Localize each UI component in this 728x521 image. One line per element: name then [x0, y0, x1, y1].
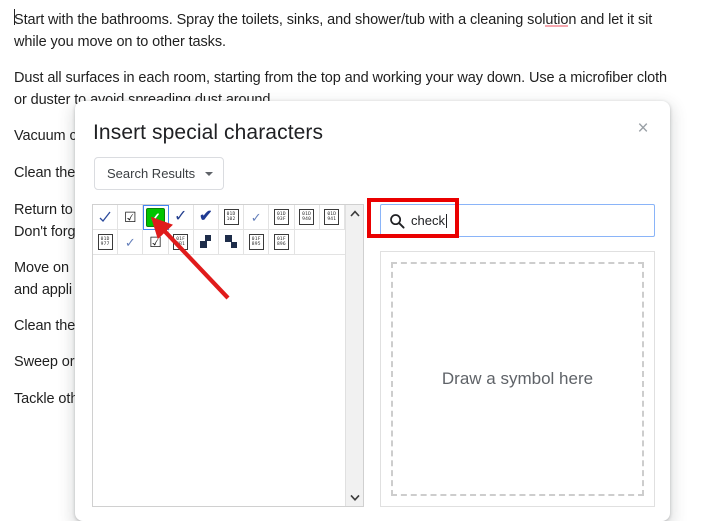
- doc-line-text: Tackle oth: [14, 391, 79, 407]
- char-cell-tofu-01D977[interactable]: 01D 977: [93, 230, 119, 256]
- char-glyph: [223, 233, 239, 252]
- doc-line-text: Vacuum c: [14, 128, 77, 144]
- doc-paragraph-13: Tackle oth: [14, 388, 78, 410]
- search-caret: [445, 213, 447, 228]
- doc-paragraph-9: Move on: [14, 257, 69, 279]
- char-glyph: ✓: [250, 209, 262, 225]
- emoji-glyph: ✓: [145, 207, 165, 227]
- char-cell-ballot-box-with-check-2[interactable]: ☑: [143, 230, 169, 256]
- tofu-glyph: 01F 895: [248, 234, 264, 251]
- char-glyph: ✓: [173, 208, 188, 226]
- char-glyph: ✔: [199, 208, 213, 226]
- scroll-up-icon[interactable]: [346, 205, 364, 222]
- doc-line-text: Clean the: [14, 318, 76, 334]
- char-cell-check-mark-light[interactable]: [93, 205, 119, 231]
- spellcheck-underline: [545, 25, 568, 27]
- chevron-down-icon: [205, 171, 214, 176]
- doc-line-text: and appli: [14, 282, 72, 298]
- doc-paragraph-3: Dust all surfaces in each room, starting…: [14, 67, 667, 89]
- char-glyph: [98, 209, 112, 226]
- tofu-code-bottom: 896: [276, 242, 286, 248]
- doc-paragraph-6: Clean the: [14, 162, 75, 184]
- char-cell-tofu-01F896[interactable]: 01F 896: [269, 230, 295, 256]
- char-cell-tofu-01D93F[interactable]: 01D 93F: [269, 205, 295, 231]
- search-icon: [390, 213, 405, 229]
- doc-line-text: Don't forg: [14, 224, 76, 240]
- category-dropdown-label: Search Results: [107, 166, 196, 181]
- char-cell-white-heavy-check-mark[interactable]: ✓: [143, 205, 169, 231]
- char-cell-squares-symbol-a[interactable]: [193, 230, 219, 256]
- doc-paragraph-11: Clean the: [14, 315, 75, 337]
- tofu-glyph: 01D 93F: [273, 209, 289, 226]
- close-icon[interactable]: ×: [630, 115, 656, 141]
- char-cell-heavy-check-mark[interactable]: ✔: [193, 205, 219, 231]
- tofu-code-bottom: 8B1: [176, 242, 186, 248]
- draw-symbol-dropzone[interactable]: Draw a symbol here: [391, 262, 644, 496]
- doc-paragraph-10: and appli: [14, 279, 72, 301]
- char-cell-check-mark-variant[interactable]: ✓: [244, 205, 270, 231]
- character-grid[interactable]: ☑ ✓ ✓ ✔ 01D 102 ✓ 01D 93F 01D 940 01D 941 01D 977 ✓ ☑ 01F…: [93, 205, 345, 506]
- char-glyph: ✓: [124, 234, 136, 250]
- dialog-title: Insert special characters: [93, 121, 324, 144]
- tofu-glyph: 01D 102: [223, 209, 239, 226]
- char-glyph: ☑: [124, 209, 137, 226]
- tofu-glyph: 01D 941: [324, 209, 340, 226]
- scroll-down-icon[interactable]: [346, 489, 364, 506]
- char-glyph: [198, 233, 214, 252]
- tofu-code-bottom: 941: [327, 217, 337, 223]
- tofu-glyph: 01D 940: [299, 209, 315, 226]
- chevron-down-icon: [350, 494, 360, 501]
- draw-symbol-hint: Draw a symbol here: [441, 369, 594, 388]
- char-cell-empty: [319, 230, 345, 256]
- doc-line-text: Clean the: [14, 165, 76, 181]
- doc-paragraph-7: Return to: [14, 199, 73, 221]
- char-glyph: ☑: [149, 234, 162, 251]
- search-input-value[interactable]: check: [411, 213, 445, 228]
- char-cell-tofu-01F895[interactable]: 01F 895: [244, 230, 270, 256]
- tofu-glyph: 01F 896: [273, 234, 289, 251]
- char-cell-check-mark[interactable]: ✓: [168, 205, 194, 231]
- search-field[interactable]: check: [380, 204, 655, 237]
- tofu-glyph: 01D 977: [97, 234, 113, 251]
- character-grid-panel: ☑ ✓ ✓ ✔ 01D 102 ✓ 01D 93F 01D 940 01D 941 01D 977 ✓ ☑ 01F…: [92, 204, 364, 507]
- char-cell-tofu-01D102[interactable]: 01D 102: [218, 205, 245, 231]
- doc-line-text: Return to: [14, 202, 73, 218]
- tofu-code-bottom: 93F: [276, 217, 286, 223]
- doc-paragraph-8: Don't forg: [14, 221, 76, 243]
- char-cell-check-mark-thin[interactable]: ✓: [118, 230, 144, 256]
- char-cell-squares-symbol-b[interactable]: [218, 230, 245, 256]
- draw-symbol-panel[interactable]: Draw a symbol here: [380, 251, 655, 507]
- doc-paragraph-5: Vacuum c: [14, 125, 77, 147]
- tofu-code-bottom: 102: [226, 217, 236, 223]
- tofu-code-bottom: 977: [100, 242, 110, 248]
- doc-paragraph-2: while you move on to other tasks.: [14, 31, 226, 53]
- category-dropdown[interactable]: Search Results: [94, 157, 225, 190]
- insert-special-characters-dialog: Insert special characters × Search Resul…: [75, 101, 670, 521]
- chevron-up-icon: [350, 210, 360, 217]
- char-cell-tofu-01D941[interactable]: 01D 941: [319, 205, 345, 231]
- grid-scrollbar[interactable]: [345, 205, 363, 506]
- char-cell-tofu-01D940[interactable]: 01D 940: [294, 205, 320, 231]
- char-cell-ballot-box-with-check[interactable]: ☑: [118, 205, 144, 231]
- doc-line-text: while you move on to other tasks.: [14, 34, 226, 50]
- char-cell-empty: [294, 230, 320, 256]
- doc-line-text: Dust all surfaces in each room, starting…: [14, 70, 667, 86]
- doc-paragraph-1: Start with the bathrooms. Spray the toil…: [14, 9, 652, 31]
- doc-paragraph-12: Sweep or: [14, 351, 75, 373]
- tofu-glyph: 01F 8B1: [173, 234, 189, 251]
- tofu-code-bottom: 940: [302, 217, 312, 223]
- char-cell-tofu-01F8B1[interactable]: 01F 8B1: [168, 230, 194, 256]
- doc-line-text: Sweep or: [14, 354, 75, 370]
- doc-line-text: Move on: [14, 260, 69, 276]
- close-icon-glyph: ×: [637, 117, 649, 139]
- tofu-code-bottom: 895: [251, 242, 261, 248]
